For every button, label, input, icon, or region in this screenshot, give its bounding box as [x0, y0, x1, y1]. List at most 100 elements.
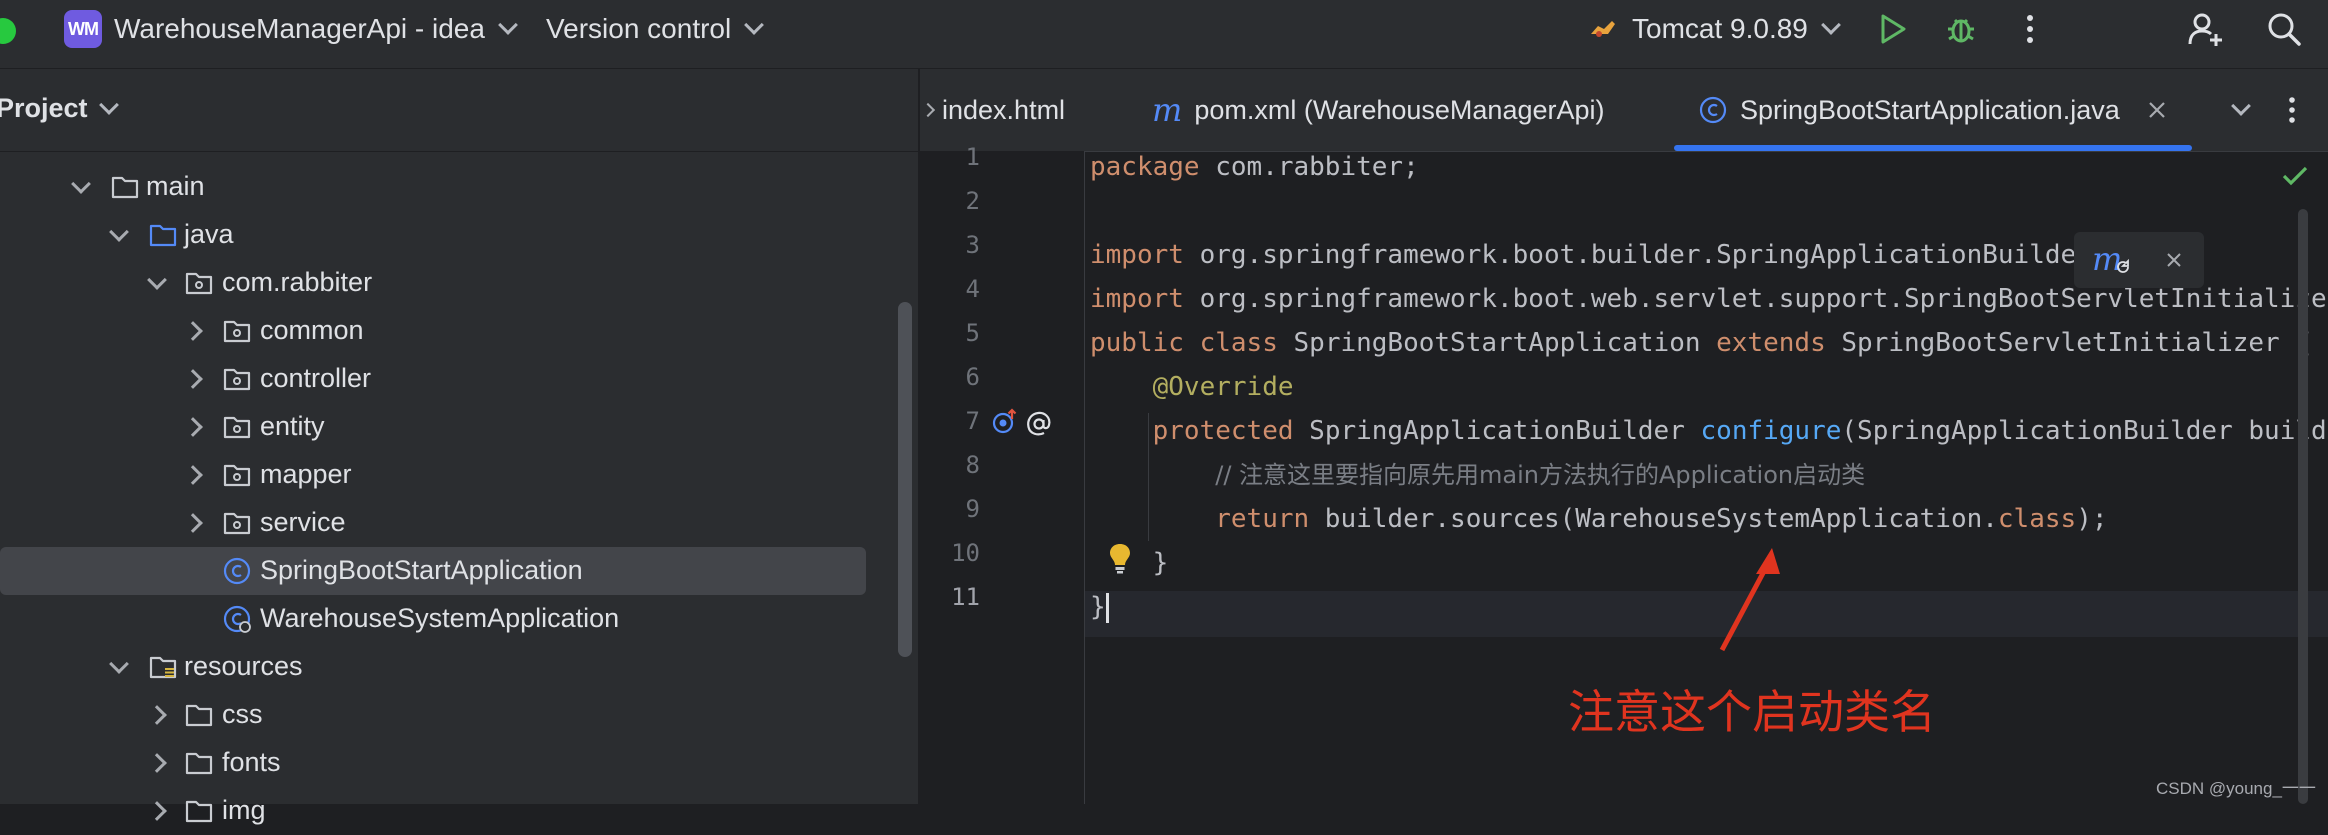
more-actions-button[interactable]	[2016, 0, 2044, 58]
tree-node-css[interactable]: css	[0, 691, 870, 739]
chevron-down-icon	[498, 15, 518, 35]
code-text: (SpringApplicationBuilder builder) {	[1841, 416, 2328, 446]
editor-scrollbar[interactable]	[2298, 209, 2308, 804]
window-control-icon[interactable]	[0, 18, 16, 44]
tree-node-label: controller	[260, 363, 372, 393]
line-number: 5	[965, 319, 980, 347]
project-switcher[interactable]: WM WarehouseManagerApi - idea	[64, 0, 518, 58]
implements-method-icon[interactable]	[990, 407, 1020, 437]
chevron-right-icon[interactable]	[183, 321, 203, 341]
tree-node-label: WarehouseSystemApplication	[260, 603, 620, 633]
tab-list-button[interactable]	[2226, 81, 2256, 139]
tree-node-mapper[interactable]: mapper	[0, 451, 870, 499]
code-text: builder.sources(WarehouseSystemApplicati…	[1309, 504, 1998, 534]
chevron-right-icon[interactable]	[147, 705, 167, 725]
tab-index-html[interactable]: index.html	[942, 69, 1065, 151]
chevron-right-icon[interactable]	[183, 465, 203, 485]
line-number: 2	[965, 187, 980, 215]
current-line-highlight	[920, 591, 2328, 637]
tree-node-warehousesystemapplication[interactable]: WarehouseSystemApplication	[0, 595, 870, 643]
indent-guide	[1148, 413, 1149, 541]
tree-node-label: resources	[184, 651, 303, 681]
tree-node-label: java	[184, 219, 234, 249]
chevron-right-icon[interactable]	[183, 513, 203, 533]
chevron-down-icon[interactable]	[147, 270, 167, 290]
close-icon[interactable]	[2166, 252, 2182, 268]
chevron-right-icon[interactable]	[183, 417, 203, 437]
class-name: SpringBootStartApplication	[1277, 328, 1717, 358]
tab-label: SpringBootStartApplication.java	[1740, 94, 2120, 125]
chevron-right-icon[interactable]	[147, 753, 167, 773]
code-line-5: public class SpringBootStartApplication …	[1090, 321, 2311, 365]
package-icon	[223, 368, 251, 391]
tree-node-label: entity	[260, 411, 325, 441]
chevron-down-icon[interactable]	[109, 654, 129, 674]
method-name: configure	[1700, 416, 1842, 446]
tree-node-java[interactable]: java	[0, 211, 870, 259]
editor-more-button[interactable]	[2282, 81, 2302, 139]
tree-node-fonts[interactable]: fonts	[0, 739, 870, 787]
keyword: extends	[1716, 328, 1826, 358]
checkmark-icon	[2282, 166, 2308, 186]
resources-folder-icon	[149, 656, 177, 679]
chevron-left-icon[interactable]	[920, 102, 936, 118]
code-line-10: }	[1090, 541, 1169, 585]
tree-node-com-rabbiter[interactable]: com.rabbiter	[0, 259, 870, 307]
version-control-menu[interactable]: Version control	[546, 0, 765, 58]
project-view-selector[interactable]: Project	[0, 93, 119, 124]
chevron-down-icon[interactable]	[109, 222, 129, 242]
active-tab-indicator	[1674, 145, 2192, 151]
code-text: com.rabbiter;	[1199, 152, 1419, 182]
tree-node-service[interactable]: service	[0, 499, 870, 547]
tab-label: pom.xml (WarehouseManagerApi)	[1194, 94, 1605, 125]
project-panel-title: Project	[0, 93, 88, 123]
tree-node-entity[interactable]: entity	[0, 403, 870, 451]
line-number: 9	[965, 495, 980, 523]
tab-pom-xml[interactable]: m pom.xml (WarehouseManagerApi)	[1152, 69, 1605, 151]
tomcat-icon	[1591, 21, 1615, 37]
chevron-right-icon[interactable]	[147, 801, 167, 821]
keyword: protected	[1152, 416, 1294, 446]
tree-node-label: img	[222, 795, 266, 825]
search-button[interactable]	[2264, 0, 2304, 58]
return-type: SpringApplicationBuilder	[1293, 416, 1701, 446]
chevron-down-icon[interactable]	[71, 174, 91, 194]
tree-node-main[interactable]: main	[0, 163, 870, 211]
chevron-down-icon	[98, 94, 119, 115]
project-name: WarehouseManagerApi - idea	[114, 13, 485, 44]
play-icon	[1881, 14, 1906, 44]
keyword: class	[1997, 504, 2077, 534]
watermark: CSDN @young_一一	[2156, 779, 2316, 798]
tree-node-controller[interactable]: controller	[0, 355, 870, 403]
keyword: class	[1199, 328, 1278, 358]
run-button[interactable]	[1876, 0, 1910, 58]
bug-icon	[1948, 18, 1974, 43]
code-line-8: // 注意这里要指向原先用main方法执行的Application启动类	[1090, 453, 1865, 497]
code-text: SpringBootServletInitializer {	[1825, 328, 2311, 358]
tab-springbootstartapplication-java[interactable]: SpringBootStartApplication.java	[1698, 69, 2166, 151]
tree-node-img[interactable]: img	[0, 787, 870, 835]
tree-node-resources[interactable]: resources	[0, 643, 870, 691]
tree-node-label: service	[260, 507, 346, 537]
code-with-me-button[interactable]	[2186, 0, 2226, 58]
title-bar: WM WarehouseManagerApi - idea Version co…	[0, 0, 2328, 69]
maven-icon: m	[1152, 91, 1183, 129]
project-tree-scrollbar[interactable]	[898, 302, 912, 657]
package-icon	[223, 512, 251, 535]
folder-icon	[185, 704, 213, 727]
line-number: 7	[965, 407, 980, 435]
line-number: 10	[951, 539, 980, 567]
close-icon[interactable]	[2148, 101, 2166, 119]
tree-node-common[interactable]: common	[0, 307, 870, 355]
at-sign-icon[interactable]	[1024, 409, 1054, 439]
chevron-right-icon[interactable]	[183, 369, 203, 389]
tree-node-label: mapper	[260, 459, 352, 489]
code-line-6: @Override	[1090, 365, 1294, 409]
tree-node-springbootstartapplication[interactable]: SpringBootStartApplication	[0, 547, 866, 595]
run-configuration-selector[interactable]: Tomcat 9.0.89	[1588, 0, 1841, 58]
line-number: 1	[965, 143, 980, 171]
tab-label: index.html	[942, 94, 1066, 125]
project-badge: WM	[64, 10, 102, 48]
line-number: 11	[951, 583, 980, 611]
debug-button[interactable]	[1942, 0, 1980, 58]
